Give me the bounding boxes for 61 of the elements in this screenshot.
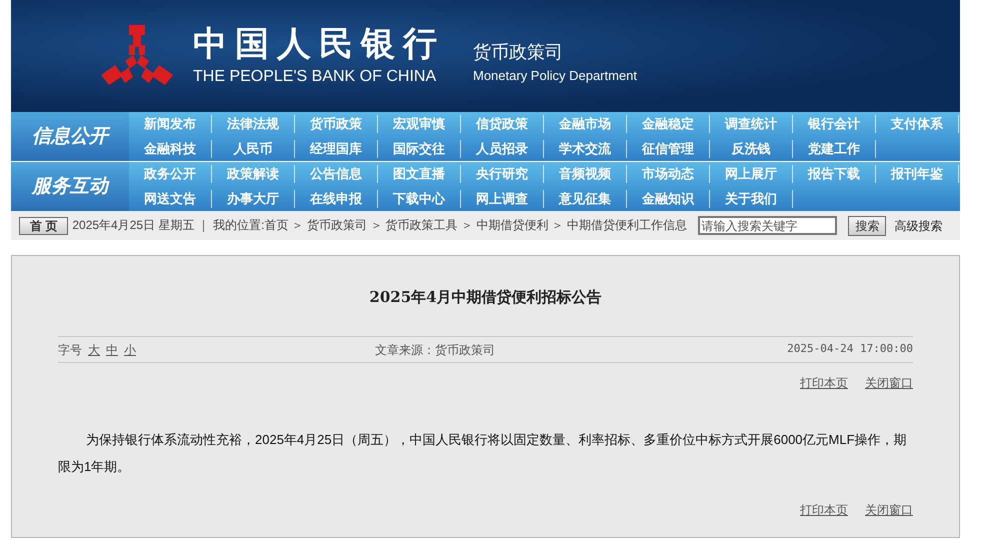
nav-link[interactable]: 政策解读 (212, 165, 295, 184)
home-button[interactable]: 首 页 (19, 216, 68, 234)
nav-link[interactable]: 反洗钱 (710, 140, 793, 158)
nav-link[interactable]: 意见征集 (544, 190, 627, 208)
article-source: 文章来源：货币政策司 (375, 342, 495, 358)
nav-link[interactable]: 办事大厅 (212, 190, 295, 208)
search-field[interactable]: 请输入搜索关键字 (698, 216, 838, 235)
print-link[interactable]: 打印本页 (800, 501, 848, 519)
font-size-link[interactable]: 大 (88, 340, 100, 358)
nav-link[interactable]: 金融科技 (129, 140, 212, 158)
bank-name: 中国人民银行 (193, 27, 445, 61)
nav-link[interactable]: 网送文告 (129, 190, 212, 208)
nav-link[interactable]: 金融市场 (544, 115, 627, 134)
nav-link[interactable]: 央行研究 (461, 165, 544, 184)
nav-link[interactable]: 征信管理 (627, 140, 710, 158)
nav-link[interactable]: 政务公开 (129, 165, 212, 184)
article-title: 2025年4月中期借贷便利招标公告 (368, 287, 603, 308)
close-window-link[interactable]: 关闭窗口 (865, 501, 913, 519)
breadcrumb-text: 2025年4月25日 星期五 ｜ 我的位置:首页 ＞ 货币政策司 ＞ 货币政策工具 ＞ 中期借贷便利 ＞ 中期借贷便利工作信息 (72, 219, 688, 232)
section-label: 信息公开 (11, 112, 129, 161)
search-button[interactable]: 搜索 (848, 216, 886, 236)
nav-link[interactable]: 法律法规 (212, 115, 295, 134)
font-size-link[interactable]: 小 (124, 340, 136, 358)
close-window-link[interactable]: 关闭窗口 (865, 374, 913, 392)
nav-link[interactable]: 银行会计 (793, 115, 876, 134)
print-link[interactable]: 打印本页 (800, 374, 848, 392)
bank-name-english: THE PEOPLE'S BANK OF CHINA (193, 69, 438, 85)
font-size-label: 字号 (58, 342, 82, 358)
section-label: 服务互动 (11, 162, 129, 211)
nav-link[interactable]: 党建工作 (793, 140, 876, 158)
nav-link[interactable]: 金融知识 (627, 190, 710, 208)
font-size-link[interactable]: 中 (106, 340, 118, 358)
nav-link[interactable]: 国际交往 (378, 140, 461, 158)
advanced-search-link[interactable]: 高级搜索 (894, 216, 942, 234)
nav-link[interactable]: 人员招录 (461, 140, 544, 158)
nav-link[interactable]: 经理国库 (295, 140, 378, 158)
nav-link[interactable]: 信贷政策 (461, 115, 544, 134)
publish-date: 2025-04-24 17:00:00 (787, 341, 913, 358)
nav-link[interactable]: 音频视频 (544, 165, 627, 184)
nav-link[interactable]: 货币政策 (295, 115, 378, 134)
nav-link[interactable]: 关于我们 (710, 190, 793, 208)
nav-link[interactable]: 宏观审慎 (378, 115, 461, 134)
nav-link[interactable]: 新闻发布 (129, 115, 212, 134)
nav-link[interactable]: 网上展厅 (710, 165, 793, 184)
department-name-english: Monetary Policy Department (473, 68, 638, 82)
nav-link[interactable]: 市场动态 (627, 165, 710, 184)
nav-link[interactable]: 在线申报 (295, 190, 378, 208)
department-name: 货币政策司 (473, 42, 564, 60)
article-body: 为保持银行体系流动性充裕，2025年4月25日（周五），中国人民银行将以固定数量、利率招标、多重价位中标方式开展6000亿元MLF操作，期限为1年期。 (58, 431, 908, 476)
nav-link[interactable]: 下载中心 (378, 190, 461, 208)
nav-link[interactable]: 报刊年鉴 (876, 165, 959, 184)
emblem-logo (101, 25, 173, 87)
nav-link[interactable]: 人民币 (212, 140, 295, 158)
nav-link[interactable]: 金融稳定 (627, 115, 710, 134)
nav-link[interactable]: 学术交流 (544, 140, 627, 158)
nav-link[interactable]: 报告下载 (793, 165, 876, 184)
nav-link[interactable]: 支付体系 (876, 115, 959, 134)
nav-link[interactable]: 公告信息 (295, 165, 378, 184)
nav-link[interactable]: 图文直播 (378, 165, 461, 184)
nav-link[interactable]: 调查统计 (710, 115, 793, 134)
nav-link[interactable]: 网上调查 (461, 190, 544, 208)
